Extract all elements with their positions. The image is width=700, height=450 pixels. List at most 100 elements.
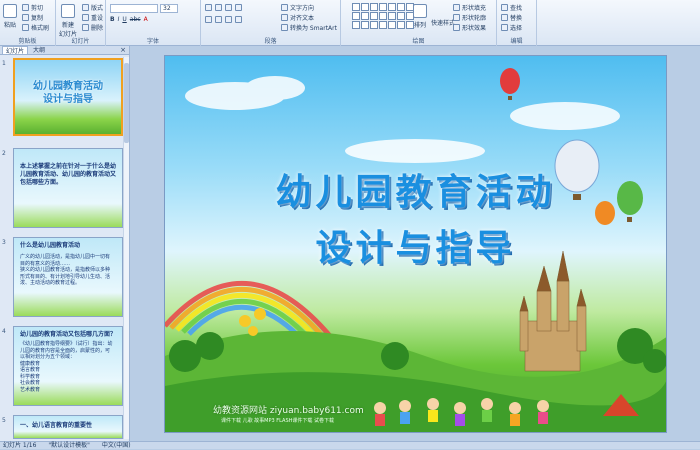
reset-icon	[82, 14, 89, 21]
tab-slides[interactable]: 幻灯片	[2, 46, 29, 55]
arrange-icon	[413, 4, 427, 18]
smartart-icon	[281, 24, 288, 31]
font-group: 32 B I U abc A 字体	[106, 0, 201, 46]
select-icon	[501, 24, 508, 31]
font-size-select[interactable]: 32	[160, 4, 178, 13]
text-direction-icon	[281, 4, 288, 11]
align-text-icon	[281, 14, 288, 21]
font-group-label: 字体	[146, 38, 159, 45]
paragraph-group-label: 段落	[264, 38, 277, 45]
drawing-group-label: 绘图	[412, 38, 425, 45]
copy-button[interactable]: 复制	[22, 13, 43, 22]
slide-canvas[interactable]: 幼儿园教育活动 设计与指导 幼教资源网站 ziyuan.baby611.com …	[164, 55, 667, 433]
ribbon: 粘贴 剪切 复制 格式刷 剪贴板 新建 幻灯片 版式 重设 删除 幻灯片 32 …	[0, 0, 700, 46]
list-buttons	[205, 4, 242, 11]
slide-thumbnail-3[interactable]: 什么是幼儿园教育活动 广义的幼儿园活动，是指幼儿园中一切有目的有意义的活动…… …	[13, 237, 123, 317]
thumb-body: 广义的幼儿园活动，是指幼儿园中一切有目的有意义的活动…… 狭义的幼儿园教育活动，…	[20, 254, 111, 286]
slide-number: 3	[2, 239, 6, 246]
align-right-icon[interactable]	[225, 16, 232, 23]
shape-outline-button[interactable]: 形状轮廓	[453, 13, 486, 22]
fill-icon	[453, 4, 460, 11]
brush-icon	[22, 24, 29, 31]
delete-slide-button[interactable]: 删除	[82, 23, 103, 32]
align-left-icon[interactable]	[205, 16, 212, 23]
search-icon	[501, 4, 508, 11]
text-direction-button[interactable]: 文字方向	[281, 3, 314, 12]
editing-group-label: 编辑	[510, 38, 523, 45]
copy-icon	[22, 14, 29, 21]
paste-icon	[3, 4, 17, 18]
shape-fill-button[interactable]: 形状填充	[453, 3, 486, 12]
smartart-button[interactable]: 转换为 SmartArt	[281, 23, 337, 32]
slides-group-label: 幻灯片	[71, 38, 90, 45]
site-watermark-sub: 课件下载 儿歌 故事MP3 FLASH课件下载 试卷下载	[221, 418, 334, 424]
slide-number: 1	[2, 60, 6, 67]
theme-name: "默认设计模板"	[48, 442, 90, 449]
new-slide-button[interactable]: 新建 幻灯片	[59, 4, 77, 38]
outline-icon	[453, 14, 460, 21]
font-color-icon[interactable]: A	[144, 16, 148, 23]
effects-icon	[453, 24, 460, 31]
slide-thumbnail-5[interactable]: 一、幼儿语言教育的重要性	[13, 415, 123, 439]
slide-number: 2	[2, 150, 6, 157]
slide-thumbnail-2[interactable]: 本上述掌握之前在针对一于什么是幼儿园教育活动、幼儿园的教育活动又包括哪些方面。	[13, 148, 123, 228]
site-watermark: 幼教资源网站 ziyuan.baby611.com	[213, 406, 364, 416]
underline-button[interactable]: U	[122, 16, 126, 23]
layout-button[interactable]: 版式	[82, 3, 103, 12]
slide-title[interactable]: 幼儿园教育活动 设计与指导	[165, 164, 666, 276]
pane-scrollbar[interactable]	[123, 57, 129, 439]
strikethrough-button[interactable]: abc	[130, 16, 141, 23]
title-line-2: 设计与指导	[315, 227, 516, 269]
replace-icon	[501, 14, 508, 21]
find-button[interactable]: 查找	[501, 3, 522, 12]
slide-counter: 幻灯片 1/16	[3, 442, 37, 449]
font-style-buttons: B I U abc A	[110, 16, 148, 23]
new-slide-icon	[61, 4, 75, 18]
bold-button[interactable]: B	[110, 16, 115, 23]
slide-thumbnail-4[interactable]: 幼儿园的教育活动又包括哪几方面？ 《幼儿园教育指导纲要》（试行）指出：幼儿园的教…	[13, 326, 123, 406]
language-indicator: 中文(中国)	[101, 442, 131, 449]
delete-icon	[82, 24, 89, 31]
arrange-button[interactable]: 排列	[413, 4, 427, 29]
clipboard-label: 剪贴板	[18, 38, 37, 45]
bullets-icon[interactable]	[205, 4, 212, 11]
thumb-title: 什么是幼儿园教育活动	[20, 242, 81, 249]
reset-button[interactable]: 重设	[82, 13, 103, 22]
numbering-icon[interactable]	[215, 4, 222, 11]
quick-styles-button[interactable]: 快速样式	[431, 18, 455, 27]
thumb-title: 幼儿园的教育活动又包括哪几方面？	[20, 331, 117, 338]
slide-thumbnail-pane: 幻灯片 大纲 × 1 幼儿园教育活动 设计与指导 2 本上述掌握之前在针对一于什…	[0, 46, 130, 441]
thumb-title: 幼儿园教育活动 设计与指导	[33, 81, 103, 105]
status-bar: 幻灯片 1/16 "默认设计模板" 中文(中国)	[0, 441, 700, 449]
pane-tabs: 幻灯片 大纲 ×	[0, 46, 129, 55]
slide-thumbnail-1[interactable]: 幼儿园教育活动 设计与指导	[13, 58, 123, 136]
layout-icon	[82, 4, 89, 11]
align-buttons	[205, 16, 242, 23]
thumb-body: 《幼儿园教育指导纲要》（试行）指出：幼儿园的教育内容是全面的，启蒙性的，可以相对…	[20, 341, 113, 393]
format-painter-button[interactable]: 格式刷	[22, 23, 49, 32]
align-center-icon[interactable]	[215, 16, 222, 23]
align-text-button[interactable]: 对齐文本	[281, 13, 314, 22]
tab-outline[interactable]: 大纲	[30, 46, 48, 54]
font-name-select[interactable]	[110, 4, 158, 13]
select-button[interactable]: 选择	[501, 23, 522, 32]
slides-group: 新建 幻灯片 版式 重设 删除 幻灯片	[56, 0, 106, 46]
thumb-title: 本上述掌握之前在针对一于什么是幼儿园教育活动、幼儿园的教育活动又包括哪些方面。	[20, 163, 117, 186]
title-line-1: 幼儿园教育活动	[275, 171, 556, 213]
scrollbar-thumb[interactable]	[124, 63, 129, 143]
slide-number: 5	[2, 417, 6, 424]
thumb-title: 一、幼儿语言教育的重要性	[20, 422, 93, 429]
clipboard-group: 粘贴 剪切 复制 格式刷 剪贴板	[0, 0, 56, 46]
italic-button[interactable]: I	[118, 16, 120, 23]
justify-icon[interactable]	[235, 16, 242, 23]
drawing-group: 排列 快速样式 形状填充 形状轮廓 形状效果 绘图	[341, 0, 497, 46]
replace-button[interactable]: 替换	[501, 13, 522, 22]
shapes-gallery[interactable]	[352, 3, 414, 31]
increase-indent-icon[interactable]	[235, 4, 242, 11]
shape-effects-button[interactable]: 形状效果	[453, 23, 486, 32]
paste-button[interactable]: 粘贴	[3, 4, 17, 29]
paragraph-group: 文字方向 对齐文本 转换为 SmartArt 段落	[201, 0, 341, 46]
cut-button[interactable]: 剪切	[22, 3, 43, 12]
close-pane-icon[interactable]: ×	[120, 46, 126, 54]
decrease-indent-icon[interactable]	[225, 4, 232, 11]
